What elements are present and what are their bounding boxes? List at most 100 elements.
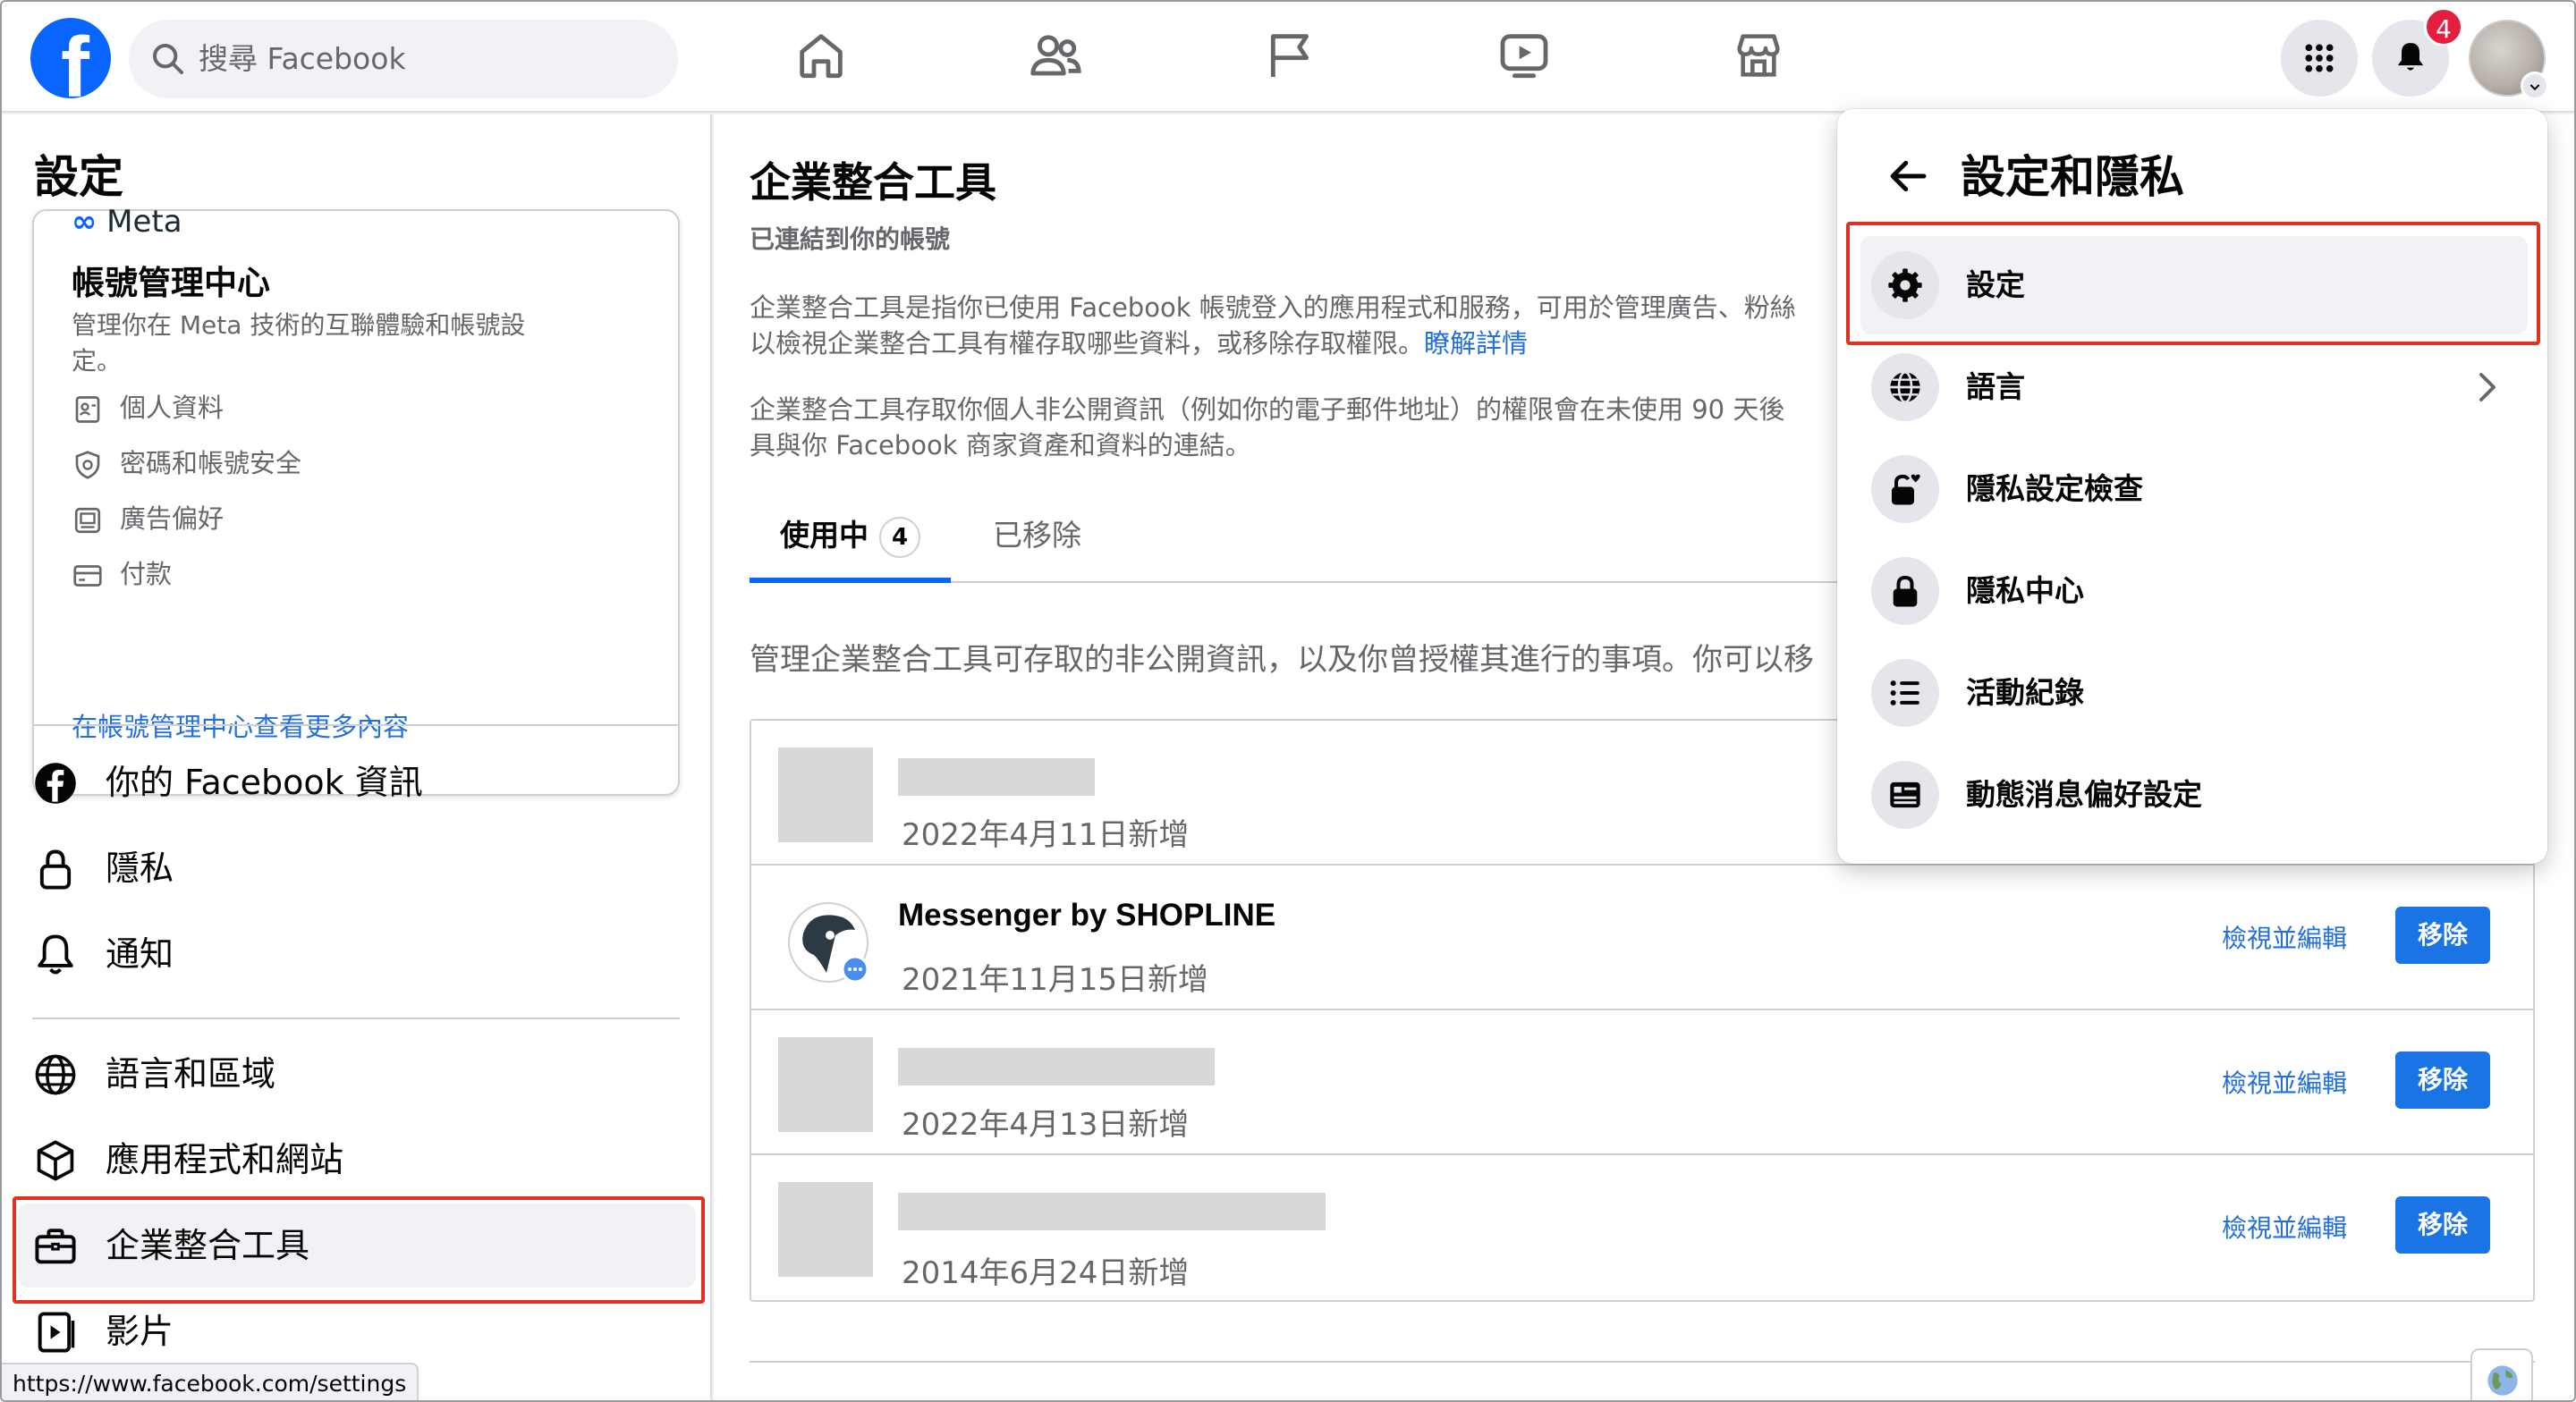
browser-frame: f 搜尋 Facebook 4 設定 ∞ Meta 帳號管理中心 管理你在 Me… (0, 0, 2576, 1402)
app-added-date: 2021年11月15日新增 (902, 962, 1209, 998)
shield-icon (75, 451, 100, 479)
view-edit-link[interactable]: 檢視並編輯 (2222, 1209, 2347, 1245)
remove-button[interactable]: 移除 (2395, 1052, 2490, 1109)
back-arrow-icon[interactable] (1884, 152, 1932, 200)
cube-icon (37, 1140, 74, 1181)
menu-item-label: 隱私設定檢查 (1966, 471, 2143, 506)
description-paragraph-1: 企業整合工具是指你已使用 Facebook 帳號登入的應用程式和服務，可用於管理… (750, 292, 1796, 359)
menu-item-activity-log[interactable]: 活動紀錄 (1860, 644, 2528, 742)
divider (750, 1361, 2535, 1363)
description-paragraph-2: 企業整合工具存取你個人非公開資訊（例如你的電子郵件地址）的權限會在未使用 90 … (750, 394, 1785, 460)
notification-badge: 4 (2424, 7, 2463, 46)
list-item[interactable]: Messenger by SHOPLINE 2021年11月15日新增 檢視並編… (751, 866, 2533, 1010)
account-center-card: ∞ Meta 帳號管理中心 管理你在 Meta 技術的互聯體驗和帳號設定。 個人… (32, 204, 680, 796)
search-icon (153, 44, 183, 74)
account-center-item-payments[interactable]: 付款 (72, 554, 172, 594)
menu-item-label: 隱私中心 (1966, 573, 2084, 608)
sidebar-item-privacy[interactable]: 隱私 (18, 826, 696, 910)
account-center-item-profile[interactable]: 個人資料 (72, 388, 224, 427)
account-center-item-ad-preferences[interactable]: 廣告偏好 (72, 499, 224, 538)
app-thumbnail (778, 1037, 873, 1132)
app-name: Messenger by SHOPLINE (898, 898, 1276, 933)
shopline-logo (788, 902, 869, 984)
tab-count-badge: 4 (879, 516, 920, 558)
search-placeholder: 搜尋 Facebook (199, 41, 406, 76)
dropdown-title: 設定和隱私 (1961, 151, 2184, 203)
divider (32, 724, 680, 726)
tab-removed[interactable]: 已移除 (993, 497, 1081, 583)
divider (32, 1018, 680, 1019)
meta-logo: ∞ Meta (72, 204, 182, 240)
sidebar-item-apps-websites[interactable]: 應用程式和網站 (18, 1118, 696, 1202)
facebook-icon (35, 763, 76, 804)
app-name-redacted (898, 1048, 1215, 1085)
watch-video-icon[interactable] (1496, 27, 1553, 84)
view-edit-link[interactable]: 檢視並編輯 (2222, 919, 2347, 955)
menu-item-label: 動態消息偏好設定 (1966, 777, 2202, 812)
bell-icon (38, 934, 73, 975)
menu-item-privacy-center[interactable]: 隱私中心 (1860, 542, 2528, 640)
language-globe-button[interactable] (2470, 1348, 2533, 1400)
app-name-redacted (898, 1193, 1326, 1230)
menu-item-icon-wrap (1871, 557, 1939, 625)
menu-item-icon-wrap (1871, 455, 1939, 523)
list-item[interactable]: 2022年4月13日新增 檢視並編輯 移除 (751, 1010, 2533, 1155)
account-center-title[interactable]: 帳號管理中心 (72, 256, 270, 304)
id-card-icon (75, 396, 100, 423)
remove-button[interactable]: 移除 (2395, 907, 2490, 964)
view-edit-link[interactable]: 檢視並編輯 (2222, 1064, 2347, 1100)
menu-item-label: 活動紀錄 (1966, 675, 2084, 710)
search-bar[interactable]: 搜尋 Facebook (129, 20, 678, 98)
highlight-box-business-integrations (13, 1196, 705, 1304)
page-title: 設定 (34, 151, 123, 203)
menu-button[interactable] (2281, 20, 2358, 97)
learn-more-link[interactable]: 瞭解詳情 (1424, 328, 1528, 359)
grid-menu-icon (2305, 44, 2334, 72)
facebook-logo[interactable]: f (30, 18, 111, 98)
lock-icon (1893, 575, 1918, 607)
chevron-down-icon[interactable] (2521, 72, 2549, 100)
status-bar-url: https://www.facebook.com/settings (2, 1363, 419, 1400)
globe-icon (2487, 1365, 2518, 1396)
chevron-right-icon (2479, 373, 2496, 401)
highlight-box-settings (1846, 222, 2540, 345)
app-thumbnail (778, 1182, 873, 1277)
app-added-date: 2022年4月13日新增 (902, 1107, 1190, 1143)
section-title: 企業整合工具 (750, 158, 996, 207)
menu-item-privacy-checkup[interactable]: 隱私設定檢查 (1860, 440, 2528, 538)
account-center-description: 管理你在 Meta 技術的互聯體驗和帳號設定。 (72, 310, 526, 376)
list-icon (1890, 680, 1919, 705)
bell-icon (2397, 43, 2424, 71)
account-center-item-security[interactable]: 密碼和帳號安全 (72, 443, 301, 483)
credit-card-icon (73, 565, 102, 587)
menu-item-icon-wrap (1871, 353, 1939, 421)
home-icon[interactable] (792, 27, 850, 84)
remove-button[interactable]: 移除 (2395, 1196, 2490, 1254)
section-subtitle: 已連結到你的帳號 (750, 224, 951, 254)
menu-item-label: 語言 (1966, 369, 2025, 404)
sidebar-item-language-region[interactable]: 語言和區域 (18, 1032, 696, 1116)
app-name-redacted (898, 758, 1095, 796)
app-thumbnail (778, 747, 873, 842)
globe-icon (1890, 371, 1920, 403)
video-icon (38, 1312, 75, 1353)
tab-active[interactable]: 使用中 4 (750, 497, 951, 583)
menu-item-icon-wrap (1871, 761, 1939, 829)
friends-icon[interactable] (1027, 27, 1084, 84)
flag-icon[interactable] (1261, 27, 1318, 84)
marketplace-icon[interactable] (1730, 27, 1787, 84)
app-added-date: 2022年4月11日新增 (902, 817, 1190, 853)
app-added-date: 2014年6月24日新增 (902, 1255, 1190, 1291)
menu-item-language[interactable]: 語言 (1860, 338, 2528, 436)
sidebar-item-your-facebook-info[interactable]: 你的 Facebook 資訊 (18, 740, 696, 824)
news-feed-icon (1890, 781, 1920, 808)
top-navigation-bar: f 搜尋 Facebook 4 (2, 2, 2574, 113)
sidebar-item-notifications[interactable]: 通知 (18, 912, 696, 996)
manage-description: 管理企業整合工具可存取的非公開資訊，以及你曾授權其進行的事項。你可以移 (750, 642, 1814, 678)
menu-item-feed-preferences[interactable]: 動態消息偏好設定 (1860, 746, 2528, 844)
list-item[interactable]: 2014年6月24日新增 檢視並編輯 移除 (751, 1155, 2533, 1302)
lock-heart-icon (1892, 474, 1920, 505)
menu-item-icon-wrap (1871, 659, 1939, 727)
globe-icon (35, 1054, 76, 1095)
lock-icon (39, 849, 72, 890)
